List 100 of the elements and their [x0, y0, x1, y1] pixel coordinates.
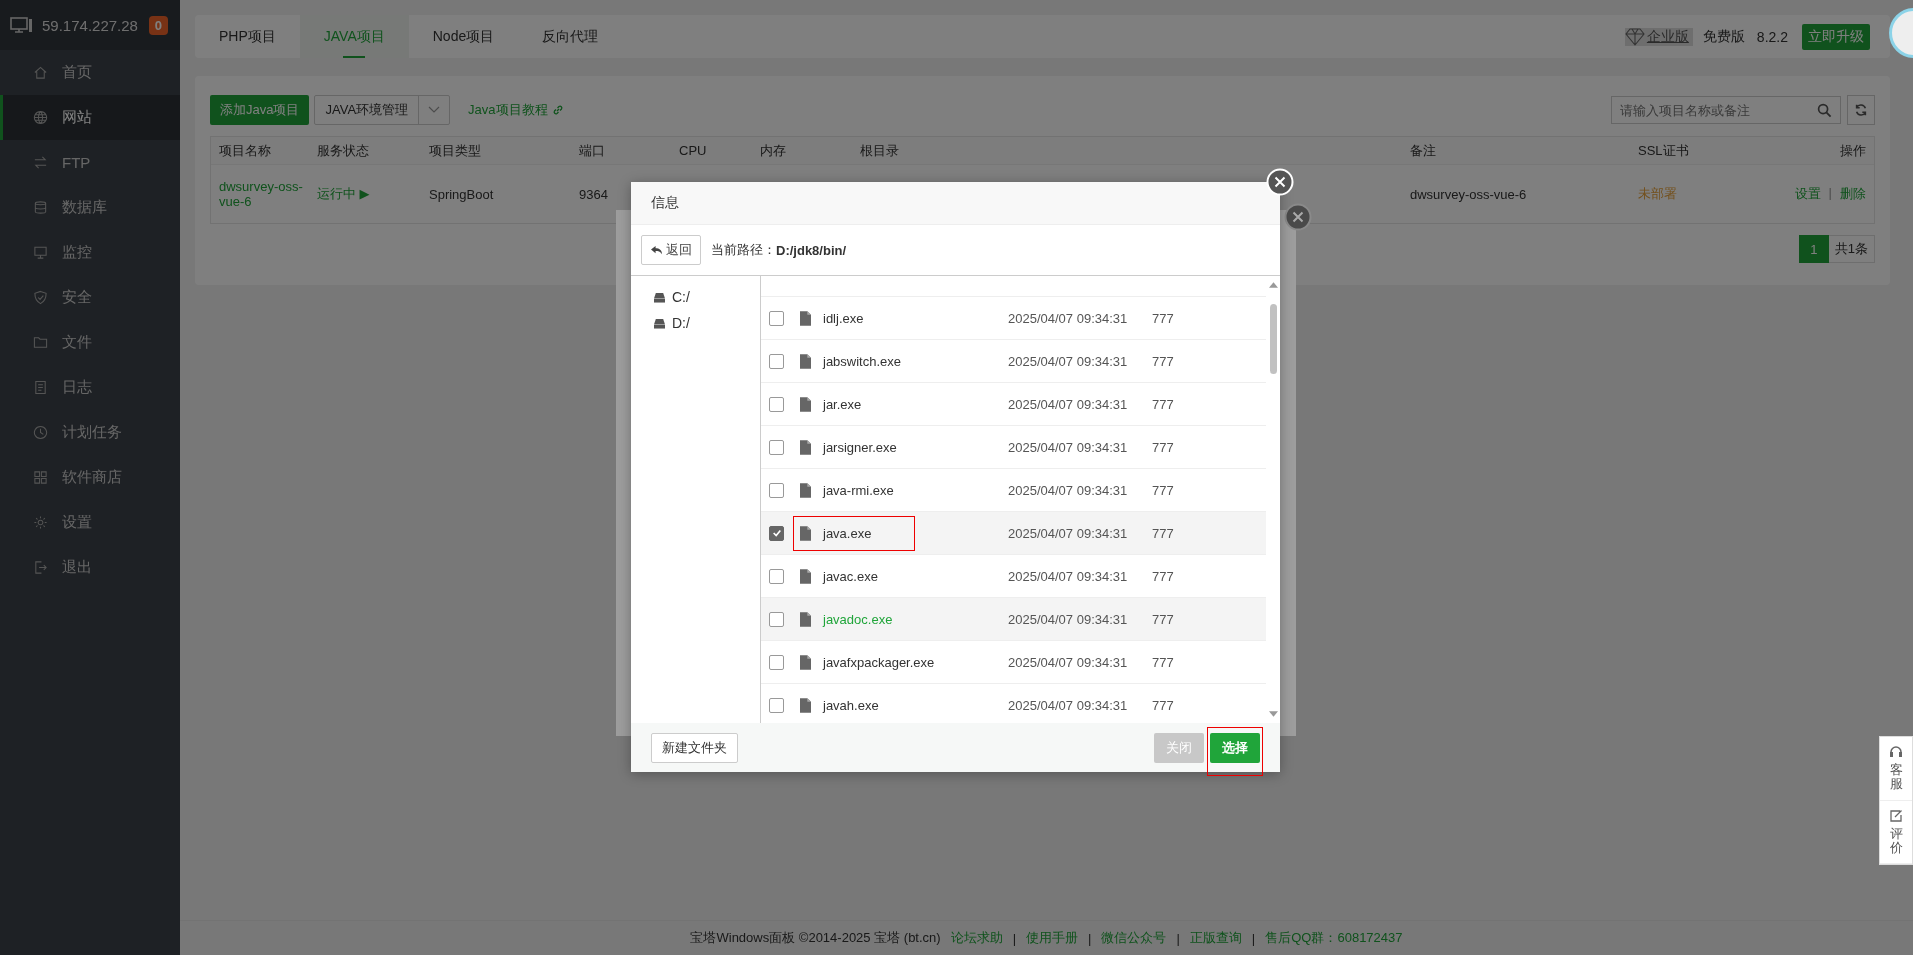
- footer-link[interactable]: 微信公众号: [1101, 929, 1167, 947]
- file-icon: [800, 310, 811, 326]
- column-header: CPU: [679, 143, 708, 158]
- file-permission: 777: [1152, 654, 1174, 670]
- caret-icon: [428, 106, 441, 114]
- file-name[interactable]: java.exe: [823, 525, 1008, 541]
- file-name[interactable]: javah.exe: [823, 697, 1008, 713]
- add-project-button[interactable]: 添加Java项目: [210, 95, 310, 125]
- globe-icon: [33, 110, 48, 125]
- dialog-button[interactable]: 选择: [1210, 732, 1260, 763]
- back-button[interactable]: 返回: [641, 235, 701, 265]
- file-icon: [800, 353, 811, 369]
- file-date: 2025/04/07 09:34:31: [1008, 482, 1129, 498]
- scroll-thumb[interactable]: [1269, 304, 1277, 374]
- file-name[interactable]: jarsigner.exe: [823, 439, 1008, 455]
- footer-link[interactable]: 论坛求助: [950, 929, 1003, 947]
- separator: |: [1176, 930, 1180, 946]
- drive-item[interactable]: C:/: [631, 284, 760, 310]
- file-name[interactable]: jar.exe: [823, 396, 1008, 412]
- file-date: 2025/04/07 09:34:31: [1008, 353, 1129, 369]
- file-icon: [800, 482, 811, 498]
- file-permission: 777: [1152, 525, 1174, 541]
- sidebar-item[interactable]: 数据库: [0, 185, 180, 230]
- checkbox[interactable]: [769, 654, 784, 670]
- database-icon: [33, 200, 48, 215]
- side-tool[interactable]: 评价: [1880, 800, 1912, 865]
- side-tool[interactable]: 客服: [1880, 737, 1912, 801]
- footer-link[interactable]: 售后QQ群：608172437: [1265, 929, 1403, 947]
- checkbox[interactable]: [769, 482, 784, 498]
- checkbox[interactable]: [769, 568, 784, 584]
- footer-link[interactable]: 使用手册: [1026, 929, 1079, 947]
- table-cell-text: dwsurvey-oss-vue-6: [1410, 186, 1528, 202]
- file-date: 2025/04/07 09:34:31: [1008, 654, 1129, 670]
- sidebar-item[interactable]: 设置: [0, 500, 180, 545]
- sidebar-item[interactable]: 计划任务: [0, 410, 180, 455]
- scroll-down-icon[interactable]: [1268, 711, 1278, 717]
- home-icon: [33, 65, 48, 80]
- environment-dropdown[interactable]: JAVA环境管理: [314, 95, 451, 125]
- monitor-icon: [33, 245, 48, 260]
- file-date: 2025/04/07 09:34:31: [1008, 396, 1129, 412]
- file-icon: [800, 654, 811, 670]
- status-label[interactable]: 运行中 ▶: [317, 185, 429, 203]
- file-permission: 777: [1152, 439, 1174, 455]
- dialog-button[interactable]: 新建文件夹: [651, 732, 738, 763]
- search-field[interactable]: 请输入项目名称或备注: [1611, 96, 1841, 124]
- notification-badge[interactable]: 0: [148, 15, 168, 35]
- file-name[interactable]: idlj.exe: [823, 310, 1008, 326]
- enterprise-label[interactable]: 企业版: [1624, 27, 1693, 46]
- sidebar-item[interactable]: FTP: [0, 140, 180, 185]
- sidebar-item[interactable]: 文件: [0, 320, 180, 365]
- checkbox[interactable]: [769, 611, 784, 627]
- search-icon: [1817, 103, 1832, 118]
- checkbox[interactable]: [769, 697, 784, 713]
- checkbox[interactable]: [769, 396, 784, 412]
- footer-link[interactable]: 正版查询: [1189, 929, 1242, 947]
- file-name[interactable]: javac.exe: [823, 568, 1008, 584]
- checkbox[interactable]: [769, 439, 784, 455]
- file-date: 2025/04/07 09:34:31: [1008, 697, 1129, 713]
- sidebar-item[interactable]: 安全: [0, 275, 180, 320]
- separator: |: [1251, 930, 1256, 946]
- sidebar-item[interactable]: 监控: [0, 230, 180, 275]
- file-date: 2025/04/07 09:34:31: [1008, 568, 1129, 584]
- edit-icon: [1889, 808, 1903, 823]
- column-header: 内存: [760, 141, 787, 160]
- checkbox[interactable]: [769, 310, 784, 326]
- action-link[interactable]: 设置: [1794, 185, 1821, 203]
- sidebar-item[interactable]: 退出: [0, 545, 180, 590]
- sidebar-item[interactable]: 首页: [0, 50, 180, 95]
- file-name[interactable]: java-rmi.exe: [823, 482, 1008, 498]
- table-cell-text: SpringBoot: [429, 186, 495, 202]
- drive-item[interactable]: D:/: [631, 310, 760, 336]
- refresh-button[interactable]: [1847, 95, 1875, 125]
- project-name-link[interactable]: dwsurvey-oss-vue-6: [219, 179, 317, 209]
- project-tab[interactable]: Node项目: [408, 15, 519, 58]
- file-name[interactable]: javafxpackager.exe: [823, 654, 1008, 670]
- action-link[interactable]: 删除: [1840, 185, 1866, 203]
- file-icon: [800, 697, 811, 713]
- file-icon: [800, 568, 811, 584]
- checkbox[interactable]: [769, 525, 784, 541]
- scroll-up-icon[interactable]: [1268, 282, 1278, 288]
- sidebar-item[interactable]: 网站: [0, 95, 180, 140]
- sidebar-item[interactable]: 日志: [0, 365, 180, 410]
- sidebar-item[interactable]: 软件商店: [0, 455, 180, 500]
- file-date: 2025/04/07 09:34:31: [1008, 310, 1129, 326]
- upgrade-button[interactable]: 立即升级: [1802, 23, 1870, 50]
- arrows-icon: [33, 155, 48, 170]
- file-permission: 777: [1152, 568, 1174, 584]
- file-permission: 777: [1152, 611, 1174, 627]
- file-name[interactable]: javadoc.exe: [823, 611, 1008, 627]
- project-tab[interactable]: JAVA项目: [299, 15, 409, 58]
- ssl-status[interactable]: 未部署: [1638, 185, 1788, 203]
- column-header: 端口: [579, 141, 606, 160]
- folder-icon: [33, 335, 48, 350]
- project-tab[interactable]: PHP项目: [195, 15, 300, 58]
- document-icon: [33, 380, 48, 395]
- project-tab[interactable]: 反向代理: [518, 15, 623, 58]
- tutorial-link[interactable]: Java项目教程: [468, 101, 564, 119]
- page-button[interactable]: 1: [1798, 235, 1829, 263]
- file-name[interactable]: jabswitch.exe: [823, 353, 1008, 369]
- checkbox[interactable]: [769, 353, 784, 369]
